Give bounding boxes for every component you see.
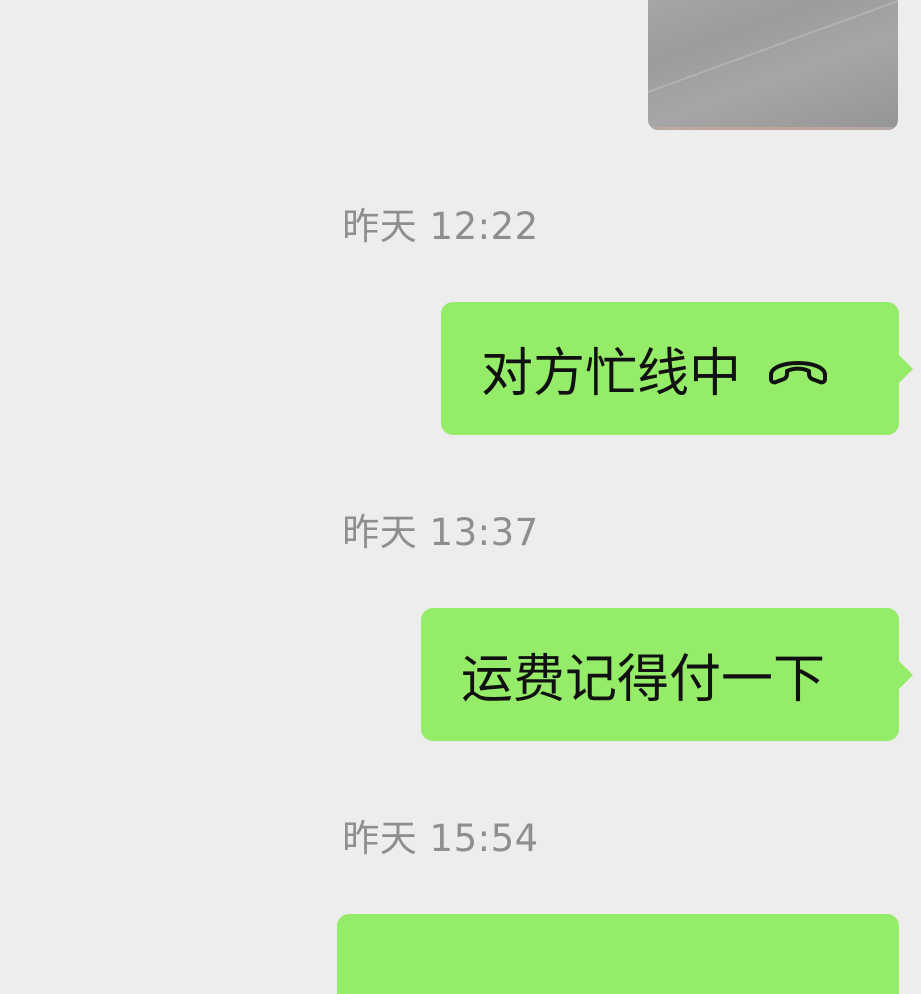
text-message-bubble[interactable] [337, 914, 899, 994]
call-status-text: 对方忙线中 [481, 344, 742, 404]
call-message-bubble[interactable]: 对方忙线中 [441, 302, 913, 435]
timestamp: 昨天 12:22 [342, 205, 539, 248]
text-message-bubble[interactable]: 运费记得付一下 [421, 608, 913, 741]
timestamp: 昨天 15:54 [342, 817, 539, 860]
timestamp: 昨天 13:37 [342, 511, 539, 554]
phone-hangup-icon [769, 360, 828, 384]
message-text: 运费记得付一下 [461, 650, 826, 710]
image-message[interactable] [648, 0, 898, 130]
